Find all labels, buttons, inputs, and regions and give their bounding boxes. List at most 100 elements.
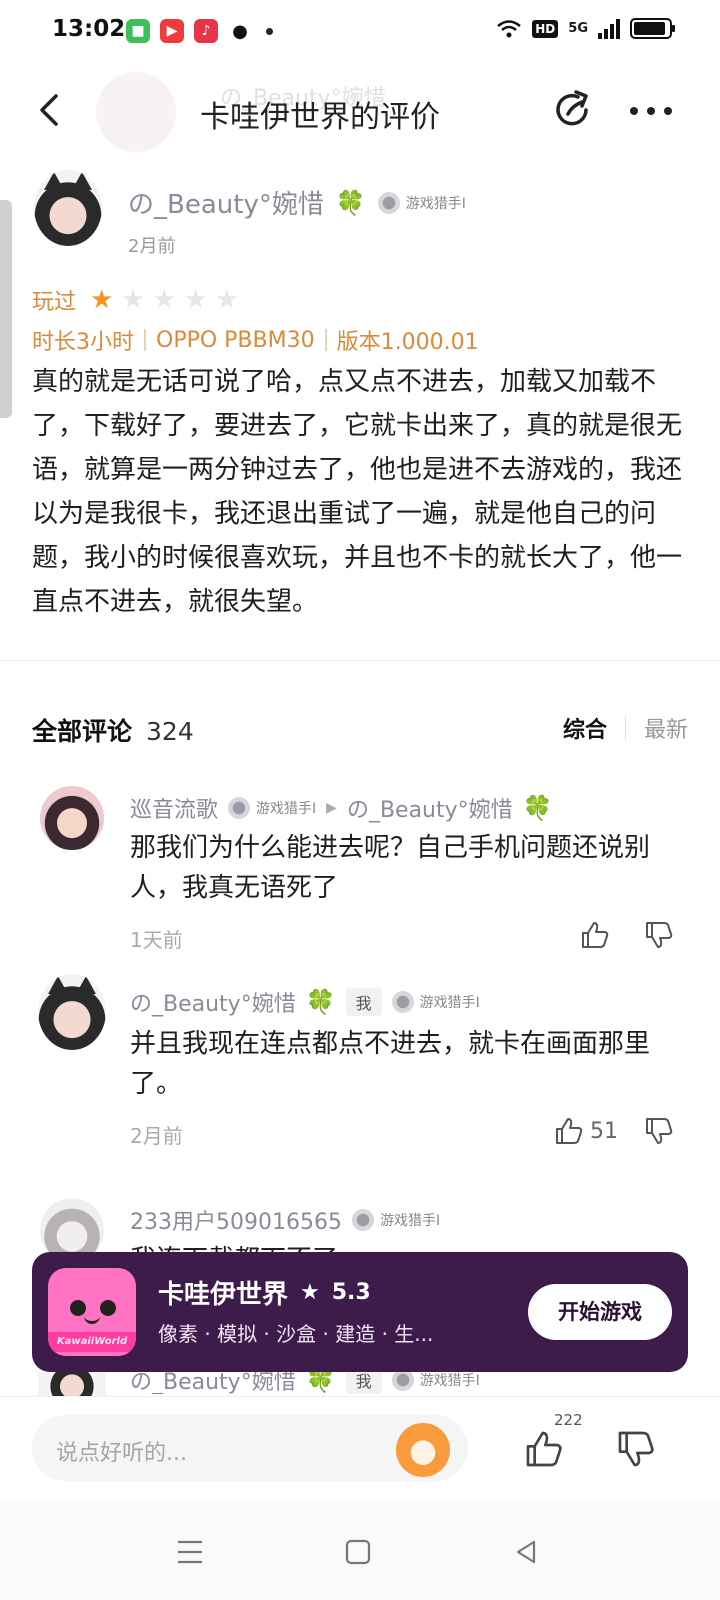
clover-icon: 🍀 xyxy=(522,794,553,822)
game-icon-eye xyxy=(70,1300,86,1316)
hunter-badge-label: 游戏猎手I xyxy=(256,801,317,817)
more-notifications-dot xyxy=(266,27,273,35)
star-filled-icon: ★ xyxy=(90,285,114,315)
hunter-badge[interactable]: 游戏猎手I xyxy=(351,1209,441,1231)
hunter-badge-label: 游戏猎手I xyxy=(419,995,480,1011)
review-author-avatar[interactable] xyxy=(34,170,102,246)
comment-author-name[interactable]: の_Beauty°婉惜 xyxy=(130,986,296,1018)
hunter-badge-icon xyxy=(228,797,251,819)
hunter-badge[interactable]: 游戏猎手I xyxy=(228,797,316,819)
page-header: の_Beauty°婉惜 卡哇伊世界的评价 xyxy=(0,68,720,158)
status-time: 13:02 xyxy=(52,16,126,42)
thumbs-down-icon xyxy=(646,1118,673,1144)
reply-to-name[interactable]: の_Beauty°婉惜 xyxy=(347,792,513,824)
hunter-badge[interactable]: 游戏猎手I xyxy=(377,191,466,214)
nav-home-button[interactable] xyxy=(338,1532,378,1572)
comment-time: 2月前 xyxy=(130,1124,183,1148)
star-empty-icon: ★ xyxy=(215,285,239,315)
meta-divider xyxy=(144,329,146,351)
game-icon-logo-text: KawaiiWorld xyxy=(48,1332,136,1352)
side-drawer-handle[interactable] xyxy=(0,200,12,418)
sort-tab-default[interactable]: 综合 xyxy=(563,712,607,744)
comment-sort: 综合 最新 xyxy=(563,712,688,744)
meta-divider xyxy=(324,329,327,351)
sticker-icon[interactable] xyxy=(396,1423,450,1477)
nav-menu-button[interactable] xyxy=(170,1532,210,1572)
comment-dislike-button[interactable] xyxy=(644,1116,674,1150)
wechat-icon: ● xyxy=(228,19,252,43)
played-label: 玩过 xyxy=(32,290,77,315)
hunter-badge-label: 游戏猎手I xyxy=(379,1213,441,1229)
sort-tab-latest[interactable]: 最新 xyxy=(644,712,688,744)
messages-icon: ■ xyxy=(126,19,150,43)
comment-like-count: 51 xyxy=(590,1118,618,1144)
comments-title: 全部评论 xyxy=(32,717,133,746)
review-meta: 时长3小时 OPPO PBBM30 版本1.000.01 xyxy=(32,324,479,356)
comment-time: 1天前 xyxy=(130,928,183,952)
more-dot-icon xyxy=(664,107,672,115)
comment-dislike-button[interactable] xyxy=(644,920,674,954)
more-button[interactable] xyxy=(630,96,676,126)
hunter-badge-icon xyxy=(351,1209,374,1231)
commenter-avatar[interactable] xyxy=(38,974,106,1050)
network-type: 5G xyxy=(568,21,588,36)
status-bar: 13:02 ■ ▶ ♪ ● HD 5G xyxy=(0,0,720,64)
commenter-avatar[interactable] xyxy=(38,1372,106,1396)
notification-icons: ■ ▶ ♪ ● xyxy=(126,19,273,43)
game-promo-card[interactable]: KawaiiWorld 卡哇伊世界 ★ 5.3 像素 · 模拟 · 沙盒 · 建… xyxy=(32,1252,688,1372)
game-name: 卡哇伊世界 xyxy=(158,1280,289,1310)
review-like-count: 222 xyxy=(554,1411,583,1429)
clover-icon: 🍀 xyxy=(335,188,366,217)
review-author-row: の_Beauty°婉惜 🍀 游戏猎手I xyxy=(128,184,466,221)
star-empty-icon: ★ xyxy=(183,285,208,315)
hunter-badge[interactable]: 游戏猎手I xyxy=(391,991,480,1013)
nav-back-button[interactable] xyxy=(506,1532,546,1572)
share-icon xyxy=(556,90,588,126)
cat-ear-icon xyxy=(72,172,92,190)
review-author-name[interactable]: の_Beauty°婉惜 xyxy=(128,184,324,221)
sort-divider xyxy=(624,716,626,740)
comment-author-row: の_Beauty°婉惜 🍀 我 游戏猎手I xyxy=(130,986,480,1018)
back-triangle-icon xyxy=(516,1540,536,1564)
review-like-button[interactable] xyxy=(524,1429,564,1473)
game-tags: 像素 · 模拟 · 沙盒 · 建造 · 生... xyxy=(158,1322,434,1346)
game-icon-mouth xyxy=(84,1316,100,1324)
device-model: OPPO PBBM30 xyxy=(156,327,315,353)
comment-input[interactable]: 说点好听的... xyxy=(32,1415,468,1481)
thumbs-up-icon xyxy=(526,1431,562,1467)
music-app-icon: ♪ xyxy=(194,19,218,43)
comment-like-button[interactable] xyxy=(580,920,610,950)
page-title: 卡哇伊世界的评价 xyxy=(200,100,440,135)
cat-ear-icon xyxy=(44,172,64,190)
clover-icon: 🍀 xyxy=(305,988,336,1016)
hunter-badge-label: 游戏猎手I xyxy=(419,1373,480,1389)
hunter-badge[interactable]: 游戏猎手I xyxy=(391,1369,480,1391)
play-duration: 时长3小时 xyxy=(32,330,134,355)
video-app-icon: ▶ xyxy=(160,19,184,43)
comment-like-button[interactable]: 51 xyxy=(554,1116,618,1146)
thumbs-down-icon xyxy=(618,1431,654,1467)
thumbs-down-icon xyxy=(646,922,673,948)
share-button[interactable] xyxy=(552,88,596,132)
battery-icon xyxy=(630,18,675,39)
review-dislike-button[interactable] xyxy=(616,1429,656,1473)
thumbs-up-icon xyxy=(556,1118,583,1144)
comment-author-name[interactable]: 巡音流歌 xyxy=(130,792,218,824)
reply-arrow-icon: ▶ xyxy=(326,800,337,816)
start-game-button[interactable]: 开始游戏 xyxy=(528,1284,672,1340)
commenter-avatar[interactable] xyxy=(40,786,104,850)
battery-level xyxy=(634,22,665,35)
game-icon-eye xyxy=(100,1300,116,1316)
comment-text: 并且我现在连点都点不进去，就卡在画面那里了。 xyxy=(130,1029,651,1099)
menu-icon xyxy=(178,1540,202,1564)
hunter-badge-icon xyxy=(377,191,400,214)
comments-header: 全部评论 324 综合 最新 xyxy=(32,712,688,752)
cat-ear-icon xyxy=(48,976,68,994)
rating-star-icon: ★ xyxy=(300,1280,320,1305)
status-right: HD 5G xyxy=(496,18,675,39)
comment-author-row: 巡音流歌 游戏猎手I ▶ の_Beauty°婉惜 🍀 xyxy=(130,792,553,824)
signal-icon xyxy=(598,18,620,39)
hd-badge: HD xyxy=(532,19,559,38)
comment-author-name[interactable]: 233用户509016565 xyxy=(130,1204,342,1236)
more-dot-icon xyxy=(647,107,655,115)
